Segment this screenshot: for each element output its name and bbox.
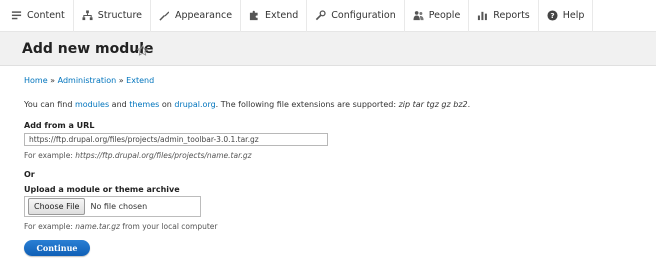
- continue-button[interactable]: Continue: [24, 240, 90, 256]
- page-title: Add new module: [22, 41, 154, 57]
- toolbar-item-label: Help: [562, 10, 585, 21]
- url-input[interactable]: [24, 133, 328, 146]
- toolbar-item-label: Appearance: [175, 10, 233, 21]
- svg-text:?: ?: [550, 11, 554, 20]
- or-label: Or: [24, 170, 35, 179]
- toolbar-item-label: Configuration: [331, 10, 396, 21]
- toolbar-item-reports[interactable]: Reports: [469, 0, 539, 32]
- toolbar-item-label: People: [428, 10, 461, 21]
- content-icon: [11, 11, 22, 20]
- toolbar-item-label: Extend: [265, 10, 299, 21]
- toolbar-item-structure[interactable]: Structure: [74, 0, 151, 32]
- people-icon: [413, 11, 424, 21]
- toolbar-item-help[interactable]: ? Help: [539, 0, 594, 32]
- help-icon: ?: [547, 10, 558, 21]
- reports-icon: [478, 11, 488, 21]
- file-upload-field[interactable]: Choose File No file chosen: [24, 196, 201, 217]
- url-field-label: Add from a URL: [24, 121, 95, 130]
- toolbar-item-content[interactable]: Content: [0, 0, 74, 32]
- choose-file-button[interactable]: Choose File: [28, 198, 86, 215]
- themes-link[interactable]: themes: [129, 100, 159, 109]
- toolbar-item-extend[interactable]: Extend: [241, 0, 308, 32]
- toolbar-item-label: Content: [27, 10, 65, 21]
- upload-field-label: Upload a module or theme archive: [24, 185, 180, 194]
- supported-extensions: zip tar tgz gz bz2: [398, 100, 468, 109]
- breadcrumb-administration[interactable]: Administration: [58, 76, 117, 85]
- configuration-icon: [316, 10, 326, 21]
- modules-link[interactable]: modules: [75, 100, 109, 109]
- breadcrumb: Home » Administration » Extend: [24, 76, 154, 85]
- toolbar-item-label: Structure: [97, 10, 142, 21]
- breadcrumb-home[interactable]: Home: [24, 76, 48, 85]
- drupal-org-link[interactable]: drupal.org: [174, 100, 215, 109]
- url-field-description: For example: https://ftp.drupal.org/file…: [24, 151, 252, 160]
- breadcrumb-extend[interactable]: Extend: [126, 76, 154, 85]
- star-outline-icon[interactable]: [136, 44, 149, 57]
- toolbar-item-configuration[interactable]: Configuration: [307, 0, 405, 32]
- admin-toolbar: Content Structure Appearance Extend Conf…: [0, 0, 656, 32]
- toolbar-item-people[interactable]: People: [405, 0, 470, 32]
- intro-text: You can find modules and themes on drupa…: [24, 100, 471, 109]
- breadcrumb-separator: »: [50, 76, 56, 85]
- upload-field-description: For example: name.tar.gz from your local…: [24, 222, 218, 231]
- extend-icon: [249, 10, 258, 21]
- page-header: Add new module: [0, 32, 656, 66]
- structure-icon: [82, 10, 93, 21]
- toolbar-item-appearance[interactable]: Appearance: [151, 0, 242, 32]
- toolbar-item-label: Reports: [493, 10, 530, 21]
- appearance-icon: [159, 11, 170, 21]
- file-status: No file chosen: [90, 202, 148, 211]
